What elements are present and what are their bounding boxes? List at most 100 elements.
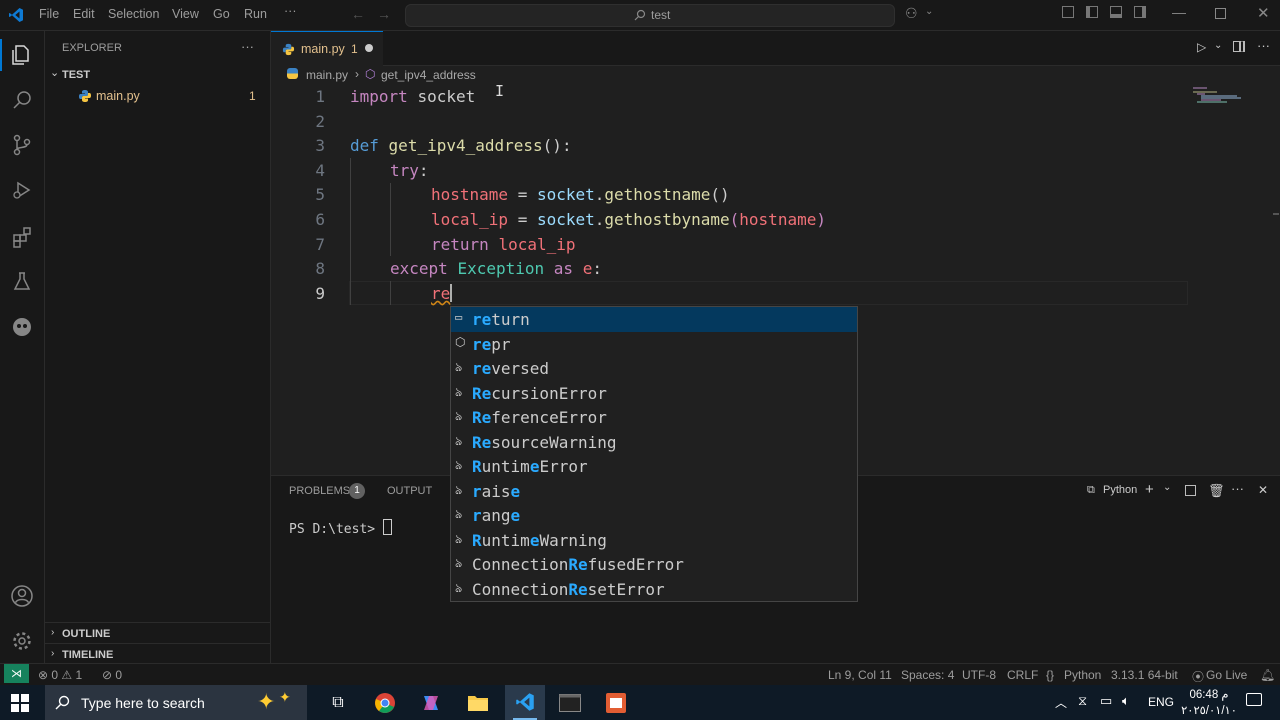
run-file-icon[interactable]: ▷ <box>1197 40 1206 54</box>
clock-date[interactable]: ٢٠٢٥/٠١/١٠ <box>1180 703 1238 717</box>
terminal-dropdown-icon[interactable]: ⌄ <box>1163 482 1171 493</box>
explorer-more-button[interactable]: ··· <box>241 39 254 54</box>
python-interpreter[interactable]: 3.13.1 64-bit <box>1111 668 1178 682</box>
customize-layout-icon[interactable] <box>1062 6 1074 18</box>
toggle-sidebar-icon[interactable] <box>1086 6 1098 18</box>
show-hidden-icons[interactable]: ︿ <box>1055 694 1067 711</box>
terminal-type[interactable]: Python <box>1103 484 1137 496</box>
menu-run[interactable]: Run <box>244 7 267 21</box>
timeline-section[interactable]: › TIMELINE <box>45 643 270 664</box>
suggestion-item[interactable]: ঌ RuntimeError <box>451 454 857 479</box>
toggle-secondary-sidebar-icon[interactable] <box>1134 6 1146 18</box>
close-panel-icon[interactable]: ✕ <box>1258 483 1268 497</box>
breadcrumb-file[interactable]: main.py <box>306 68 348 82</box>
tab-problem-badge: 1 <box>351 42 358 56</box>
suggestion-item[interactable]: ঌ raise <box>451 479 857 504</box>
split-editor-icon[interactable] <box>1233 41 1245 52</box>
menu-view[interactable]: View <box>172 7 199 21</box>
remote-explorer-icon[interactable] <box>8 313 36 341</box>
menu-selection[interactable]: Selection <box>108 7 159 21</box>
language-mode[interactable]: Python <box>1064 668 1101 682</box>
suggestion-item[interactable]: ঌ reversed <box>451 356 857 381</box>
suggestion-item[interactable]: ঌ ReferenceError <box>451 405 857 430</box>
ports-status[interactable]: ⊘ 0 <box>102 668 122 682</box>
menu-file[interactable]: File <box>39 7 59 21</box>
suggestion-item[interactable]: ঌ range <box>451 503 857 528</box>
suggestion-item[interactable]: ঌ RuntimeWarning <box>451 528 857 553</box>
battery-icon[interactable]: ▭ <box>1100 693 1112 709</box>
python-file-icon <box>287 68 298 79</box>
copilot-app-icon[interactable] <box>418 690 444 716</box>
suggestion-item[interactable]: ▭ return <box>451 307 857 332</box>
terminal-app-icon[interactable] <box>557 690 583 716</box>
notification-center-icon[interactable] <box>1246 693 1262 706</box>
command-center-search[interactable]: test <box>405 4 895 27</box>
indentation[interactable]: Spaces: 4 <box>901 668 954 682</box>
unsaved-dot-icon[interactable] <box>365 44 373 52</box>
suggestion-item[interactable]: ঌ ConnectionResetError <box>451 577 857 602</box>
suggestion-item[interactable]: ঌ ConnectionRefusedError <box>451 552 857 577</box>
copilot-icon[interactable]: ⚇ <box>905 5 918 22</box>
file-explorer-icon[interactable] <box>465 690 491 716</box>
vscode-taskbar-button[interactable] <box>505 685 545 720</box>
back-arrow-icon[interactable]: ← <box>351 6 365 22</box>
source-control-icon[interactable] <box>8 131 36 159</box>
suggestion-item[interactable]: ঌ RecursionError <box>451 381 857 406</box>
menu-edit[interactable]: Edit <box>73 7 95 21</box>
minimap[interactable] <box>1193 85 1243 105</box>
clock-time[interactable]: 06:48 م <box>1184 687 1234 701</box>
folder-test[interactable]: ⌄ TEST <box>45 65 270 85</box>
go-live-button[interactable]: Go Live <box>1206 668 1247 682</box>
extensions-icon[interactable] <box>8 223 36 251</box>
menu-more[interactable]: ··· <box>284 4 297 18</box>
terminal-prompt[interactable]: PS D:\test> <box>289 519 392 537</box>
tray-app-icon[interactable]: ⧖ <box>1078 693 1087 709</box>
forward-arrow-icon[interactable]: → <box>377 6 391 22</box>
kill-terminal-icon[interactable]: 🗑 <box>1208 483 1225 499</box>
restore-icon[interactable] <box>1215 8 1226 19</box>
cursor-position[interactable]: Ln 9, Col 11 <box>828 668 892 682</box>
run-dropdown-icon[interactable]: ⌄ <box>1214 40 1222 51</box>
breadcrumb-symbol[interactable]: get_ipv4_address <box>381 68 476 82</box>
menu-go[interactable]: Go <box>213 7 230 21</box>
python-file-icon <box>282 43 295 56</box>
errors-status[interactable]: ⊗ 0 ⚠ 1 <box>38 668 82 682</box>
task-view-icon[interactable]: ⧉ <box>325 690 351 716</box>
line-number: 3 <box>315 136 325 155</box>
recorder-app-icon[interactable] <box>603 690 629 716</box>
taskbar-search-box[interactable]: Type here to search ✦ ✦ <box>45 685 307 720</box>
autocomplete-suggestions[interactable]: ▭ return ⬡ repr ঌ reversed ঌ RecursionEr… <box>450 306 858 602</box>
minimize-icon[interactable]: — <box>1172 4 1186 20</box>
close-window-icon[interactable]: ✕ <box>1257 4 1270 22</box>
file-item-main-py[interactable]: main.py 1 <box>45 85 270 107</box>
suggestion-item[interactable]: ঌ ResourceWarning <box>451 430 857 455</box>
more-actions-icon[interactable]: ··· <box>1257 38 1270 53</box>
input-language[interactable]: ENG <box>1148 695 1174 709</box>
outline-label: OUTLINE <box>62 628 111 640</box>
tab-output[interactable]: OUTPUT <box>387 485 432 497</box>
toggle-panel-icon[interactable] <box>1110 6 1122 18</box>
explorer-icon[interactable] <box>8 41 36 69</box>
notifications-bell-icon[interactable]: 🔔︎ <box>1260 668 1275 682</box>
settings-gear-icon[interactable] <box>8 627 36 655</box>
outline-section[interactable]: › OUTLINE <box>45 622 270 643</box>
account-icon[interactable] <box>8 582 36 610</box>
chrome-icon[interactable] <box>372 690 398 716</box>
panel-more-icon[interactable]: ··· <box>1231 481 1244 496</box>
tab-main-py[interactable]: main.py 1 <box>271 31 383 67</box>
remote-indicator-icon[interactable]: ⋊ <box>4 664 29 683</box>
suggestion-item[interactable]: ⬡ repr <box>451 332 857 357</box>
encoding[interactable]: UTF-8 <box>962 668 996 682</box>
run-debug-icon[interactable] <box>8 176 36 204</box>
line-endings[interactable]: CRLF <box>1007 668 1038 682</box>
split-terminal-icon[interactable] <box>1185 485 1196 496</box>
tab-problems[interactable]: PROBLEMS <box>289 485 350 497</box>
copilot-chevron-icon[interactable]: ⌄ <box>925 6 933 17</box>
chevron-right-icon: › <box>51 627 55 638</box>
windows-start-icon[interactable] <box>11 694 29 712</box>
testing-icon[interactable] <box>8 268 36 296</box>
new-terminal-icon[interactable]: + <box>1145 481 1154 498</box>
code-line-4: try: <box>390 161 429 180</box>
volume-icon[interactable]: 🔈︎ <box>1122 693 1130 709</box>
search-view-icon[interactable] <box>8 86 36 114</box>
